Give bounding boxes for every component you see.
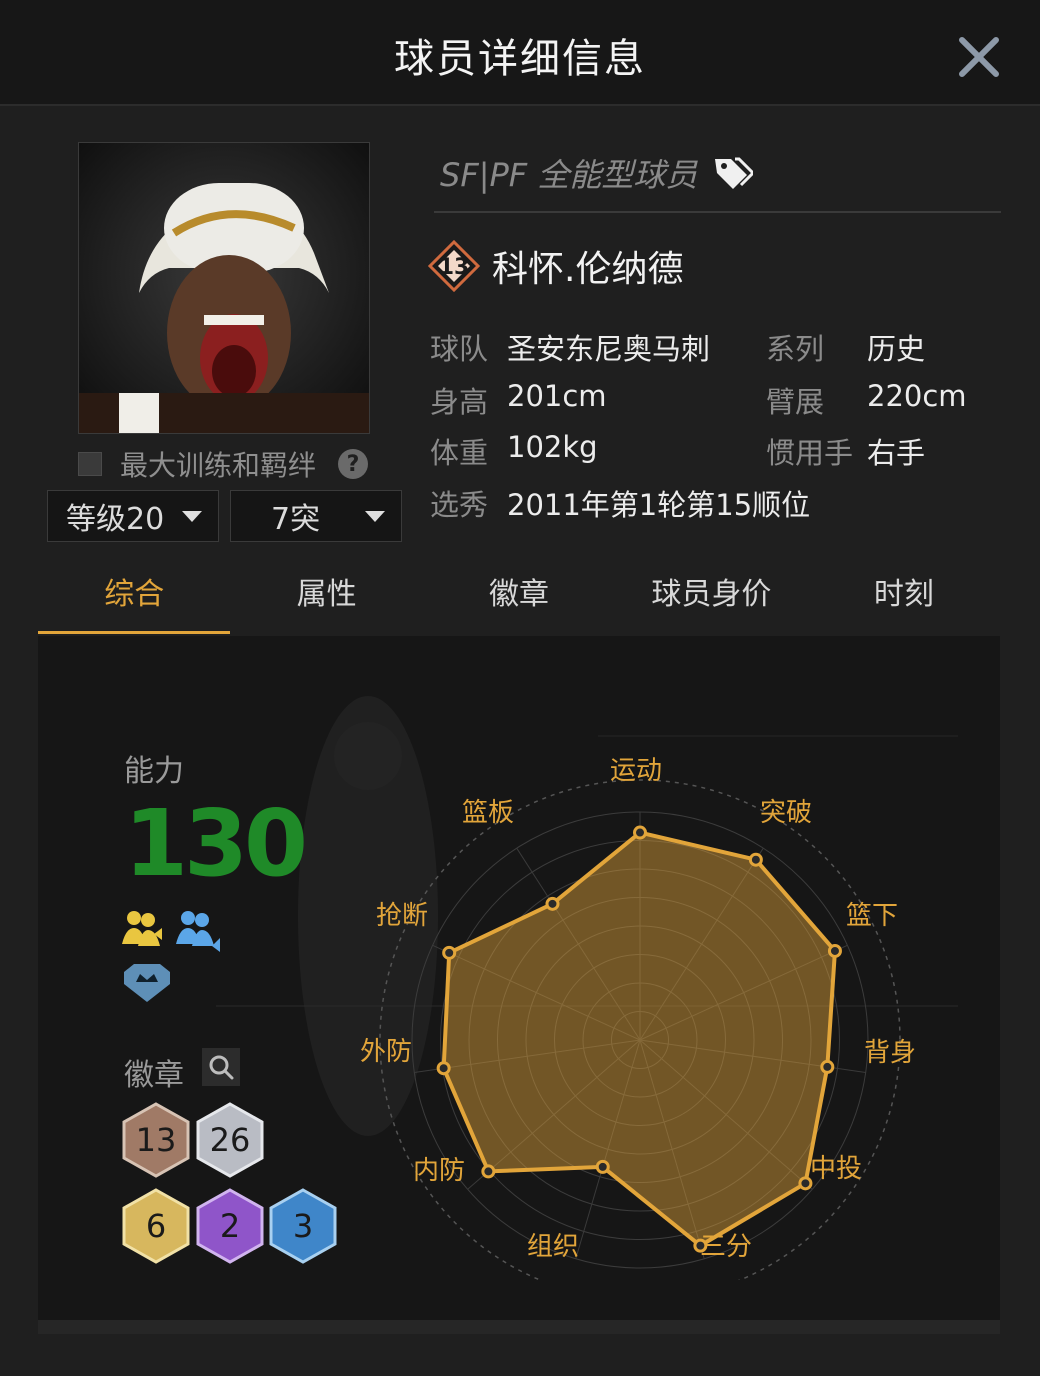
radar-point	[748, 852, 763, 867]
breakthrough-value: 7突	[271, 502, 321, 537]
max-train-label: 最大训练和羁绊	[120, 449, 317, 482]
ability-value: 130	[124, 790, 308, 897]
badge-gold[interactable]: 6	[122, 1188, 190, 1264]
player-name: 科怀.伦纳德	[492, 249, 684, 290]
badge-blue[interactable]: 3	[269, 1188, 337, 1264]
tab-value[interactable]: 球员身价	[615, 560, 807, 636]
tab-attributes[interactable]: 属性	[230, 560, 422, 636]
radar-point	[545, 896, 560, 911]
close-button[interactable]	[952, 30, 1006, 84]
radar-point	[481, 1164, 496, 1179]
info-label-wingspan: 臂展	[766, 385, 825, 419]
tab-overview[interactable]: 综合	[38, 560, 231, 636]
radar-point	[442, 945, 457, 960]
badge-gold-count: 6	[145, 1207, 167, 1245]
player-name-row: 13 科怀.伦纳德	[428, 240, 683, 292]
radar-label-drive: 突破	[760, 798, 813, 828]
radar-point	[820, 1059, 835, 1074]
radar-point	[827, 943, 842, 958]
panel-footer	[38, 1320, 1000, 1334]
badges-label: 徽章	[124, 1058, 184, 1093]
tab-badges[interactable]: 徽章	[423, 560, 615, 636]
radar-label-playmaking: 组织	[527, 1232, 580, 1262]
header: 球员详细信息	[0, 0, 1040, 106]
attribute-radar-chart	[379, 779, 901, 1280]
level-value: 等级20	[66, 502, 165, 537]
info-label-hand: 惯用手	[766, 436, 854, 470]
chevron-down-icon	[365, 511, 385, 522]
badge-silver[interactable]: 26	[196, 1102, 264, 1178]
radar-area	[441, 830, 837, 1248]
jersey-number-badge: 13	[428, 240, 480, 292]
radar-point	[633, 825, 647, 840]
player-portrait	[78, 142, 370, 434]
info-label-team: 球队	[430, 332, 489, 366]
radar-label-post: 背身	[864, 1038, 917, 1068]
info-value-weight: 102kg	[507, 430, 598, 464]
breakthrough-dropdown[interactable]: 7突	[230, 490, 402, 542]
badge-bronze[interactable]: 13	[122, 1102, 190, 1178]
level-dropdown[interactable]: 等级20	[47, 490, 219, 542]
ability-label: 能力	[124, 754, 184, 789]
radar-label-rebound: 篮板	[462, 798, 515, 828]
badge-bronze-count: 13	[135, 1121, 177, 1159]
crown-shield-icon	[124, 964, 170, 1002]
position-type: SF|PF 全能型球员	[440, 150, 754, 196]
info-value-draft: 2011年第1轮第15顺位	[507, 488, 811, 522]
jersey-number: 13	[439, 255, 470, 280]
radar-label-interior-def: 内防	[413, 1156, 466, 1186]
close-icon	[959, 37, 999, 77]
radar-point	[436, 1061, 451, 1076]
info-label-weight: 体重	[430, 436, 489, 470]
radar-label-perimeter-def: 外防	[360, 1037, 413, 1067]
radar-label-athletic: 运动	[610, 756, 663, 786]
info-label-height: 身高	[430, 385, 489, 419]
chevron-down-icon	[182, 511, 202, 522]
page-title: 球员详细信息	[394, 36, 646, 82]
info-value-hand: 右手	[867, 436, 926, 470]
badge-blue-count: 3	[292, 1207, 314, 1245]
position-type-text: SF|PF 全能型球员	[440, 156, 698, 194]
radar-label-steal: 抢断	[376, 901, 429, 931]
info-label-series: 系列	[766, 332, 825, 366]
info-value-wingspan: 220cm	[867, 379, 967, 413]
badge-search-button[interactable]	[202, 1048, 240, 1086]
tag-icon[interactable]	[713, 155, 754, 191]
chemistry-boost-icon	[122, 911, 220, 952]
info-label-draft: 选秀	[430, 488, 489, 522]
info-value-height: 201cm	[507, 379, 607, 413]
info-value-team: 圣安东尼奥马刺	[507, 332, 711, 366]
info-divider	[434, 211, 1001, 213]
search-icon	[209, 1055, 234, 1080]
badge-purple-count: 2	[219, 1207, 241, 1245]
max-train-checkbox[interactable]	[78, 452, 102, 476]
help-icon[interactable]: ?	[338, 449, 369, 479]
badge-silver-count: 26	[209, 1121, 251, 1159]
radar-label-inside: 篮下	[846, 901, 899, 931]
radar-label-three: 三分	[700, 1232, 753, 1262]
tab-bar: 综合 属性 徽章 球员身价 时刻	[38, 560, 1000, 636]
radar-label-midrange: 中投	[810, 1154, 863, 1184]
info-value-series: 历史	[867, 332, 926, 366]
max-train-option: 最大训练和羁绊 ?	[78, 444, 398, 484]
radar-point	[595, 1159, 610, 1174]
tab-moments[interactable]: 时刻	[808, 560, 1000, 636]
badge-purple[interactable]: 2	[196, 1188, 264, 1264]
